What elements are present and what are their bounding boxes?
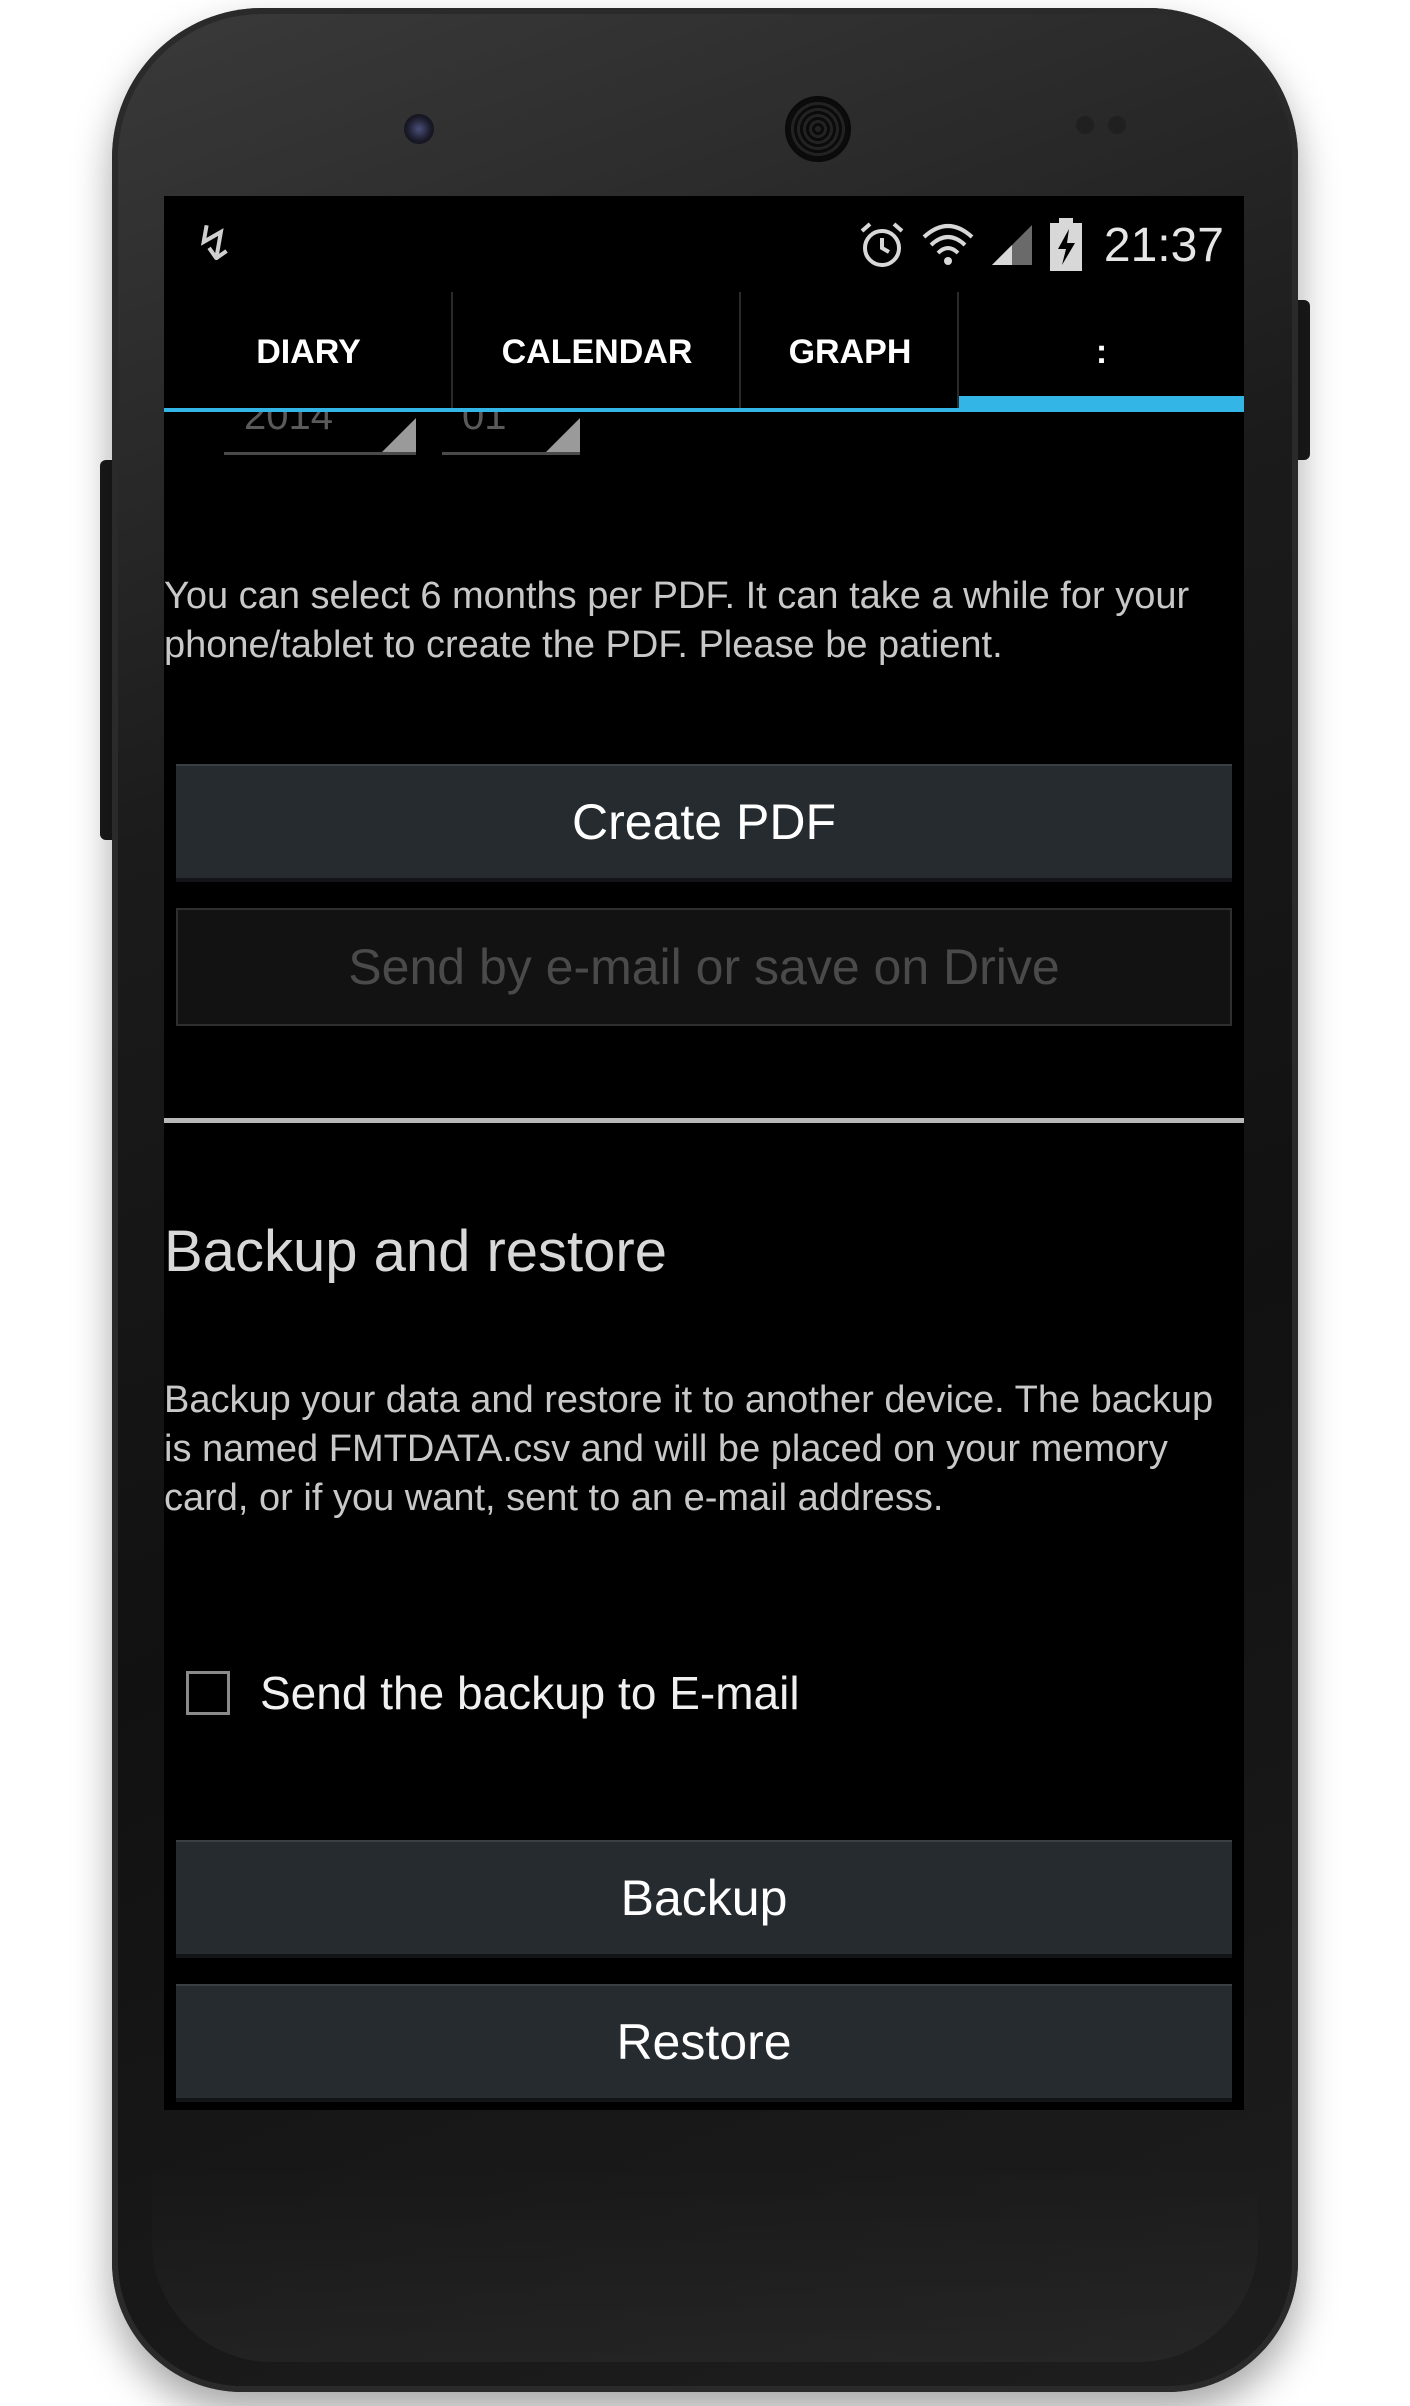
section-divider	[164, 1118, 1244, 1123]
alarm-icon	[856, 219, 908, 271]
wifi-icon	[920, 219, 976, 271]
tab-graph[interactable]: GRAPH	[741, 292, 959, 412]
spinner-arrow-icon	[382, 418, 416, 452]
tab-indicator	[741, 408, 959, 412]
front-camera	[404, 114, 434, 144]
spinner-arrow-icon	[546, 418, 580, 452]
tab-label: GRAPH	[788, 332, 912, 371]
device-screen: ↯ 21:37 DIARY CALENDAR GRAPH: 2014 01 Y…	[164, 196, 1244, 2110]
earpiece-speaker	[785, 96, 851, 162]
battery-charging-icon	[1048, 217, 1084, 273]
create-pdf-button-label: Create PDF	[572, 794, 836, 850]
bezel-shine	[152, 2162, 1258, 2362]
tab-more[interactable]: :	[959, 292, 1244, 412]
backup-description: Backup your data and restore it to anoth…	[164, 1379, 1214, 1519]
year-spinner-value: 2014	[244, 412, 333, 438]
month-spinner[interactable]: 01	[442, 412, 580, 455]
tab-bar: DIARY CALENDAR GRAPH :	[164, 292, 1244, 412]
backup-button[interactable]: Backup	[176, 1840, 1232, 1958]
usb-icon: ↯	[194, 216, 235, 272]
light-sensor	[1108, 116, 1126, 134]
status-clock: 21:37	[1103, 218, 1224, 272]
tab-label: CALENDAR	[501, 332, 693, 371]
tab-diary[interactable]: DIARY	[164, 292, 453, 412]
cell-signal-icon	[988, 221, 1036, 269]
restore-button[interactable]: Restore	[176, 1984, 1232, 2102]
tab-calendar[interactable]: CALENDAR	[453, 292, 741, 412]
month-spinner-value: 01	[462, 412, 507, 438]
tab-label: DIARY	[256, 332, 361, 371]
proximity-sensor	[1076, 116, 1094, 134]
restore-button-label: Restore	[616, 2014, 792, 2070]
status-icons: 21:37	[856, 210, 1224, 280]
date-spinners: 2014 01	[224, 412, 580, 455]
backup-section-title: Backup and restore	[164, 1219, 667, 1284]
phone-power-button	[1296, 300, 1310, 460]
email-backup-option[interactable]: Send the backup to E-mail	[186, 1666, 800, 1720]
send-pdf-button[interactable]: Send by e-mail or save on Drive	[176, 908, 1232, 1026]
pdf-info-text: You can select 6 months per PDF. It can …	[164, 575, 1190, 666]
email-backup-checkbox[interactable]	[186, 1671, 230, 1715]
year-spinner[interactable]: 2014	[224, 412, 416, 455]
backup-button-label: Backup	[620, 1870, 788, 1926]
send-pdf-button-label: Send by e-mail or save on Drive	[348, 939, 1060, 995]
email-backup-checkbox-label: Send the backup to E-mail	[260, 1667, 800, 1719]
tab-label: :	[1095, 332, 1108, 371]
tab-indicator-active	[959, 396, 1244, 412]
status-bar: ↯ 21:37	[164, 196, 1244, 292]
create-pdf-button[interactable]: Create PDF	[176, 764, 1232, 882]
